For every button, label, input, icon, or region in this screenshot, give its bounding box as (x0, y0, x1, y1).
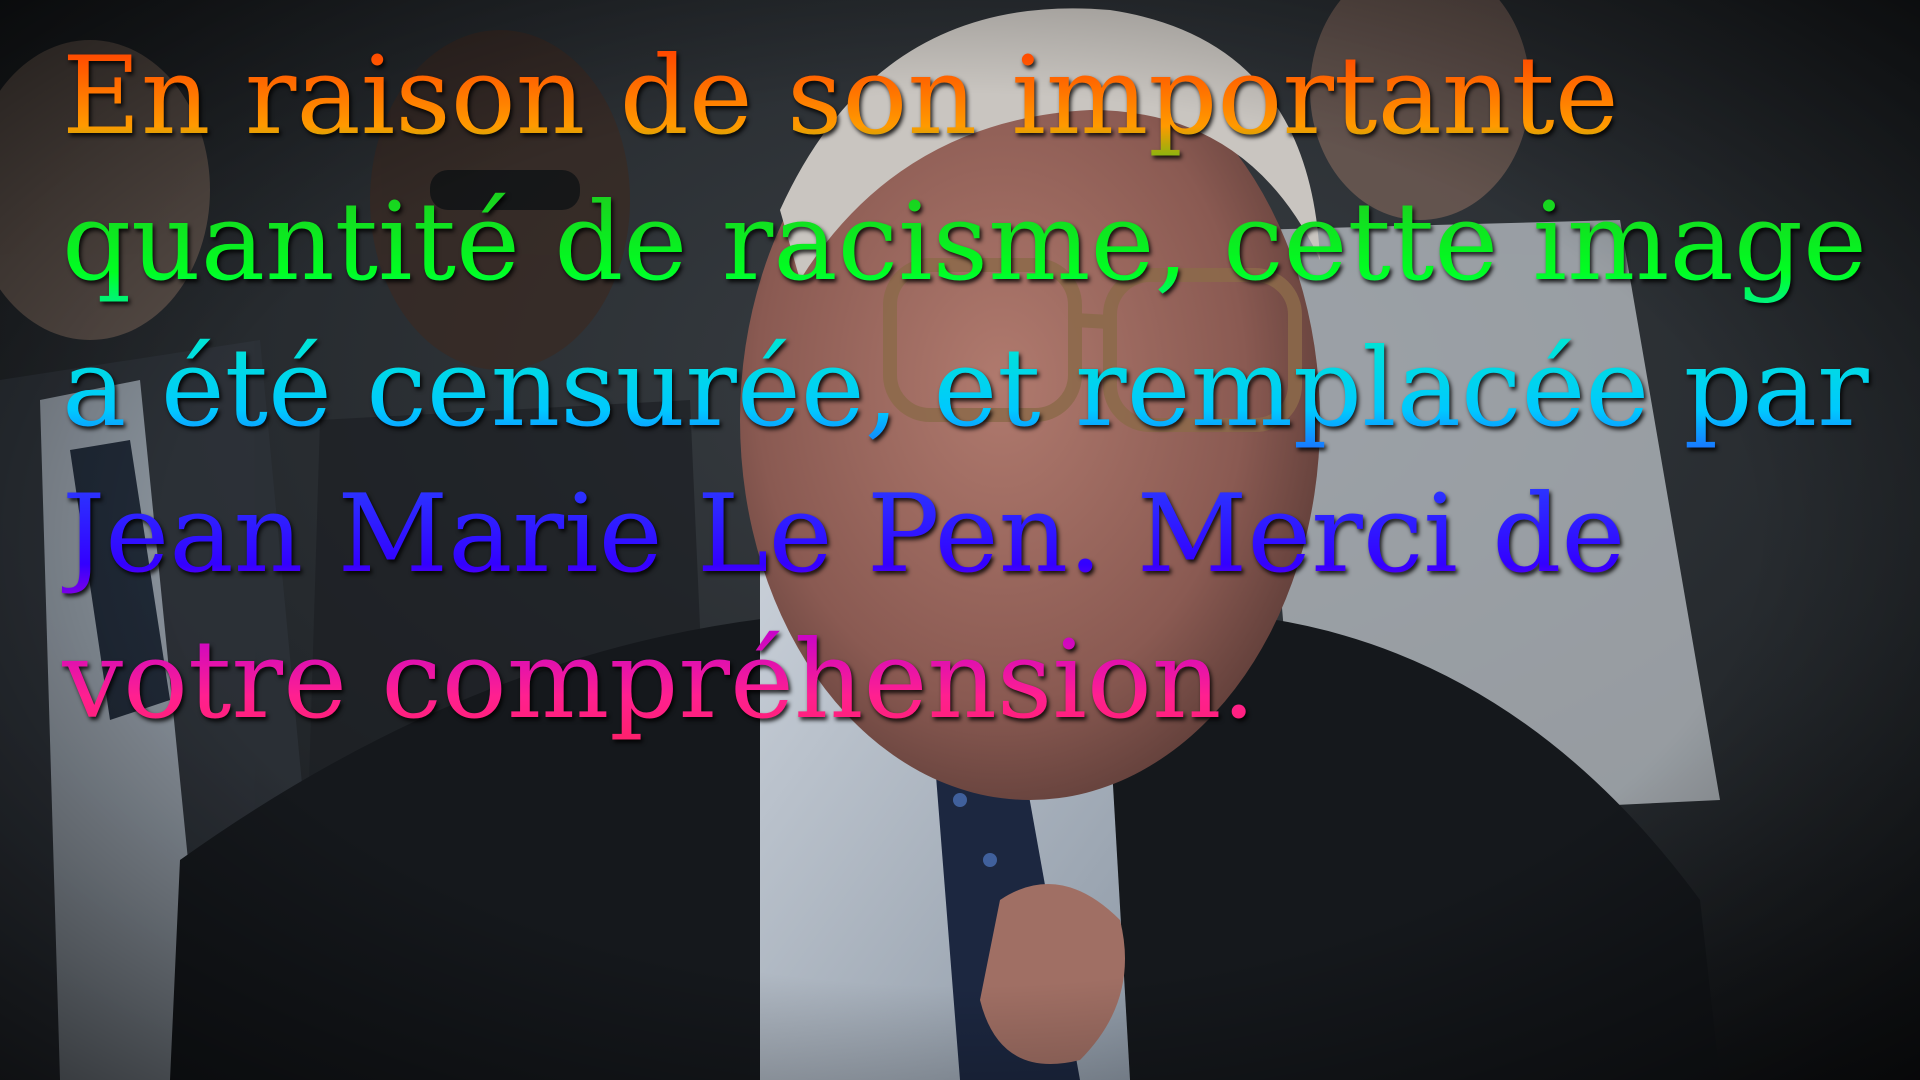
censorship-caption: En raison de son importante quantité de … (62, 24, 1882, 754)
